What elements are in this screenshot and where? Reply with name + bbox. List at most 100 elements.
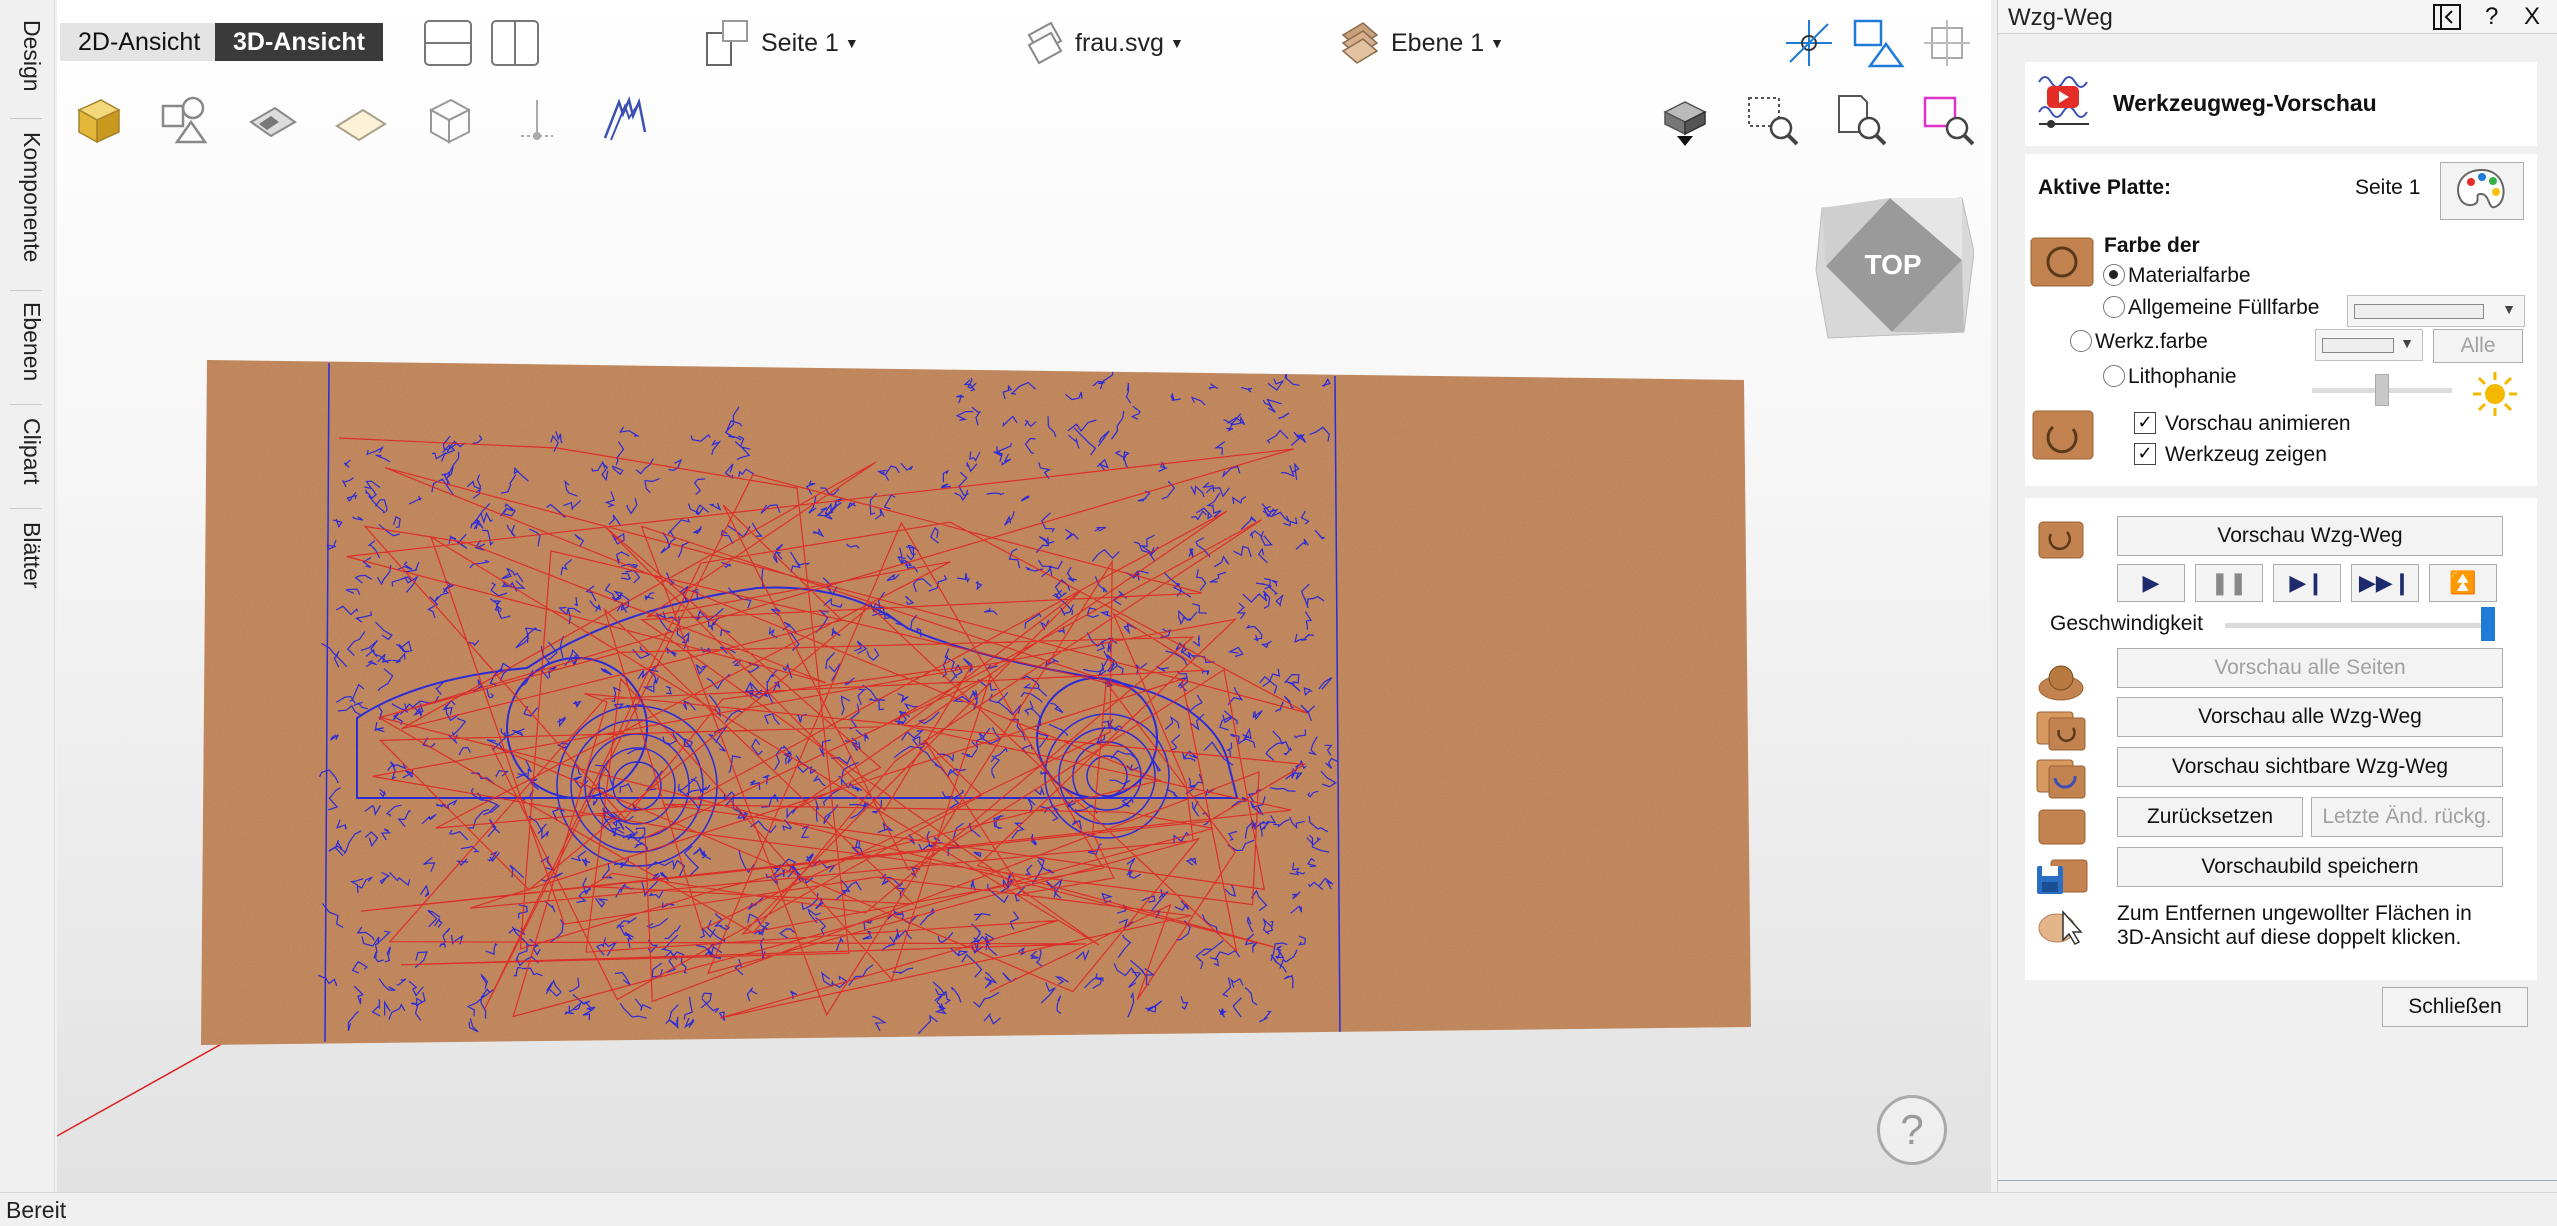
preview-visible-toolpaths-button[interactable]: Vorschau sichtbare Wzg-Weg	[2117, 747, 2503, 787]
preview-all-pages-button[interactable]: Vorschau alle Seiten	[2117, 648, 2503, 688]
view-toolbar	[57, 86, 1991, 158]
view-cube[interactable]: TOP	[1812, 190, 1974, 340]
chevron-down-icon: ▼	[2400, 335, 2414, 351]
show-tool-checkbox[interactable]: ✓	[2134, 443, 2156, 465]
top-toolbar: 2D-Ansicht 3D-Ansicht Seite 1 ▼ frau.svg ▼	[57, 0, 1991, 86]
color-swatch	[2354, 304, 2484, 319]
reset-button[interactable]: Zurücksetzen	[2117, 797, 2303, 837]
snap-crosshair-icon[interactable]	[1784, 18, 1834, 68]
panel-header: Wzg-Weg ? X	[1998, 0, 2557, 34]
split-horizontal-icon[interactable]	[424, 20, 472, 66]
step-button[interactable]: ▶❙	[2273, 564, 2341, 602]
tab-blaetter-label: Blätter	[19, 522, 45, 589]
material-color-radio[interactable]	[2103, 264, 2125, 286]
dock-panel-icon[interactable]	[2432, 3, 2462, 31]
tool-color-select[interactable]: ▼	[2315, 329, 2423, 361]
anchor-axis-icon[interactable]	[509, 92, 565, 148]
tab-design[interactable]: Design	[0, 20, 55, 110]
chevron-down-icon: ▼	[2502, 301, 2516, 317]
tab-divider	[10, 118, 42, 119]
image-plane-icon[interactable]	[245, 92, 301, 148]
tab-komponente[interactable]: Komponente	[0, 132, 55, 282]
double-click-hint-icon	[2038, 910, 2083, 945]
lithophane-slider-thumb[interactable]	[2375, 374, 2389, 406]
tab-divider	[10, 290, 42, 291]
tab-blaetter[interactable]: Blätter	[0, 522, 55, 602]
sun-icon[interactable]	[2471, 370, 2519, 418]
step-icon: ▶❙	[2289, 570, 2325, 595]
status-bar: Bereit	[0, 1192, 2557, 1226]
material-plate[interactable]	[57, 158, 1991, 1192]
palette-icon	[2457, 168, 2505, 209]
tab-design-label: Design	[19, 20, 45, 92]
panel-help-button[interactable]: ?	[2485, 3, 2498, 31]
general-fill-color-select[interactable]: ▼	[2347, 295, 2525, 327]
tool-color-label: Werkz.farbe	[2095, 330, 2208, 353]
split-vertical-icon[interactable]	[491, 20, 539, 66]
wireframe-cube-icon[interactable]	[421, 92, 477, 148]
toolpath-icon[interactable]	[597, 92, 653, 148]
fast-forward-icon: ▶▶❙	[2358, 570, 2412, 595]
lithophane-radio[interactable]	[2103, 365, 2125, 387]
tab-clipart[interactable]: Clipart	[0, 418, 55, 498]
tab-divider	[10, 508, 42, 509]
tab-ebenen[interactable]: Ebenen	[0, 302, 55, 392]
page-dropdown-label: Seite 1	[761, 28, 839, 57]
preview-toolpath-button[interactable]: Vorschau Wzg-Weg	[2117, 516, 2503, 556]
zoom-page-icon[interactable]	[1833, 92, 1889, 148]
active-plate-value: Seite 1	[2355, 176, 2421, 199]
speed-label: Geschwindigkeit	[2050, 612, 2203, 635]
preview-all-toolpaths-button[interactable]: Vorschau alle Wzg-Weg	[2117, 697, 2503, 737]
file-dropdown[interactable]: frau.svg ▼	[1025, 18, 1184, 68]
tab-divider	[10, 404, 42, 405]
save-preview-button[interactable]: Vorschaubild speichern	[2117, 847, 2503, 887]
file-dropdown-label: frau.svg	[1075, 28, 1164, 57]
material-color-icon	[2030, 237, 2094, 287]
jump-to-top-button[interactable]: ⏫	[2429, 564, 2497, 602]
close-button[interactable]: Schließen	[2382, 987, 2528, 1027]
help-button[interactable]: ?	[1877, 1095, 1947, 1165]
snap-shapes-icon[interactable]	[1852, 18, 1906, 70]
view-2d-button[interactable]: 2D-Ansicht	[60, 23, 219, 61]
show-tool-label: Werkzeug zeigen	[2165, 443, 2327, 466]
page-dropdown[interactable]: Seite 1 ▼	[705, 18, 859, 68]
undo-last-button[interactable]: Letzte Änd. rückg.	[2311, 797, 2503, 837]
solid-cube-icon[interactable]	[69, 92, 125, 148]
material-color-label: Materialfarbe	[2128, 264, 2251, 287]
tab-komponente-label: Komponente	[19, 132, 45, 263]
speed-slider-track[interactable]	[2225, 623, 2495, 628]
tool-color-radio[interactable]	[2070, 330, 2092, 352]
preview-all-toolpaths-icon	[2036, 711, 2086, 751]
panel-title: Wzg-Weg	[2008, 4, 2113, 31]
palette-button[interactable]	[2440, 162, 2524, 220]
page-icon	[706, 20, 748, 66]
status-text: Bereit	[6, 1197, 67, 1223]
viewport-3d[interactable]: TOP ?	[57, 158, 1991, 1192]
panel-heading: Werkzeugweg-Vorschau	[2113, 90, 2377, 116]
animate-preview-label: Vorschau animieren	[2165, 412, 2351, 435]
general-fill-radio[interactable]	[2103, 296, 2125, 318]
file-icon	[1027, 21, 1063, 65]
pause-button[interactable]: ❚❚	[2195, 564, 2263, 602]
play-button[interactable]: ▶	[2117, 564, 2185, 602]
zoom-selection-icon[interactable]	[1745, 92, 1801, 148]
fast-forward-button[interactable]: ▶▶❙	[2351, 564, 2419, 602]
color-swatch	[2322, 338, 2394, 353]
toolpath-preview-icon	[2038, 76, 2089, 128]
flat-plane-icon[interactable]	[333, 92, 389, 148]
tab-ebenen-label: Ebenen	[19, 302, 45, 382]
view-3d-button[interactable]: 3D-Ansicht	[215, 23, 383, 61]
speed-slider-thumb[interactable]	[2481, 607, 2495, 641]
pause-icon: ❚❚	[2210, 570, 2248, 595]
view-orientation-icon[interactable]	[1657, 94, 1713, 150]
layer-dropdown[interactable]: Ebene 1 ▼	[1339, 18, 1504, 68]
panel-close-button[interactable]: X	[2524, 3, 2540, 31]
zoom-all-icon[interactable]	[1921, 92, 1977, 148]
animate-preview-checkbox[interactable]: ✓	[2134, 412, 2156, 434]
preview-all-pages-icon	[2038, 665, 2084, 701]
chevron-down-icon: ▼	[1490, 35, 1504, 51]
shapes-icon[interactable]	[157, 92, 213, 148]
tool-color-all-button[interactable]: Alle	[2433, 329, 2523, 363]
snap-grid-icon[interactable]	[1922, 18, 1972, 68]
preview-settings-card: Aktive Platte: Seite 1 Farbe der Materia…	[2025, 154, 2537, 486]
